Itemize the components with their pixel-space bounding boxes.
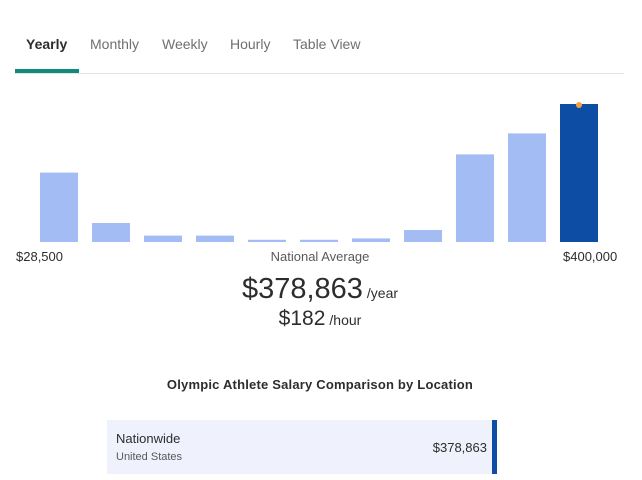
location-country: United States [116, 451, 183, 463]
tab-weekly[interactable]: Weekly [162, 36, 208, 52]
hourly-salary-unit: /hour [329, 312, 362, 328]
tab-table-view[interactable]: Table View [293, 36, 360, 52]
yearly-salary: $378,863/year [0, 273, 640, 306]
location-name: Nationwide [116, 431, 181, 446]
salary-period-tabs: Yearly Monthly Weekly Hourly Table View [15, 0, 624, 74]
histogram-bar [298, 237, 340, 245]
hourly-salary: $182/hour [0, 307, 640, 331]
x-max-label: $400,000 [563, 249, 618, 264]
national-average-marker [576, 102, 582, 108]
hourly-salary-value: $182 [278, 307, 326, 330]
histogram-bar [506, 131, 548, 244]
histogram-bar [402, 228, 444, 244]
histogram-bar [246, 237, 288, 245]
salary-histogram [0, 80, 642, 250]
histogram-bar-highlight [558, 102, 600, 244]
histogram-bar [350, 236, 392, 244]
tab-hourly[interactable]: Hourly [230, 36, 270, 52]
tab-monthly[interactable]: Monthly [90, 36, 139, 52]
location-row-nationwide[interactable]: Nationwide United States $378,863 [107, 420, 497, 474]
histogram-bar [38, 170, 80, 244]
yearly-salary-unit: /year [366, 285, 399, 301]
national-average-label: National Average [270, 249, 370, 264]
tab-yearly[interactable]: Yearly [26, 36, 67, 52]
histogram-bar [454, 152, 496, 244]
yearly-salary-value: $378,863 [241, 273, 363, 305]
histogram-bar [90, 221, 132, 244]
histogram-bar [142, 233, 184, 245]
comparison-title: Olympic Athlete Salary Comparison by Loc… [166, 377, 474, 392]
active-tab-indicator [15, 69, 79, 73]
location-salary-bar [492, 420, 497, 474]
histogram-svg [38, 102, 600, 245]
histogram-bar [194, 233, 236, 245]
location-salary: $378,863 [432, 440, 487, 455]
